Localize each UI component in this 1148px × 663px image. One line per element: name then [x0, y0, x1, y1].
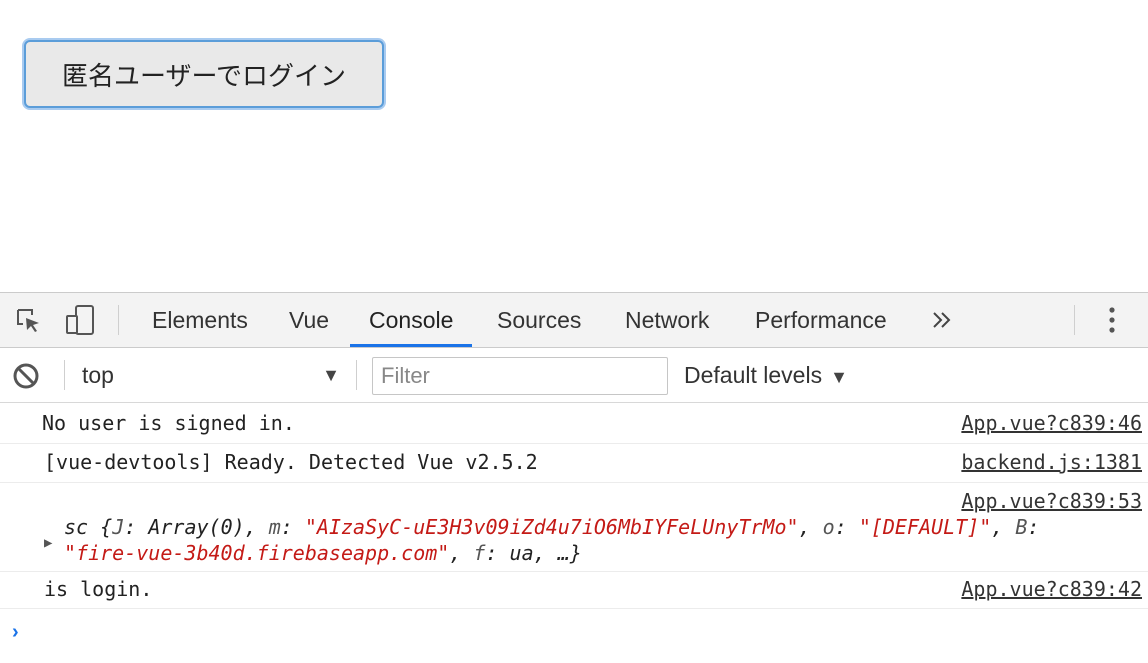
console-prompt-icon: › [12, 621, 19, 643]
toolbar-separator [64, 360, 65, 390]
tab-separator [118, 305, 119, 335]
console-toolbar: top ▼ Default levels ▼ [0, 348, 1148, 403]
devtools-panel: Elements Vue Console Sources Network Per… [0, 292, 1148, 663]
message-source-link[interactable]: App.vue?c839:53 [961, 489, 1142, 513]
toolbar-separator [356, 360, 357, 390]
tab-performance[interactable]: Performance [755, 293, 887, 347]
message-text: is login. [44, 577, 153, 601]
filter-input[interactable] [372, 357, 668, 395]
tab-elements[interactable]: Elements [152, 293, 248, 347]
object-preview-line-2[interactable]: "fire-vue-3b40d.firebaseapp.com", f: ua,… [64, 541, 582, 565]
message-source-link[interactable]: backend.js:1381 [961, 450, 1142, 474]
tab-separator [1074, 305, 1075, 335]
context-selector[interactable]: top ▼ [82, 360, 344, 390]
console-prompt-row[interactable]: › [0, 609, 1148, 649]
more-tabs-icon[interactable] [928, 293, 956, 347]
tab-console[interactable]: Console [350, 293, 473, 347]
tab-vue[interactable]: Vue [289, 293, 329, 347]
anonymous-login-button[interactable]: 匿名ユーザーでログイン [24, 40, 384, 108]
tab-network[interactable]: Network [625, 293, 709, 347]
console-message: No user is signed in. App.vue?c839:46 [0, 403, 1148, 444]
dropdown-arrow-icon: ▼ [830, 367, 848, 387]
console-message: [vue-devtools] Ready. Detected Vue v2.5.… [0, 444, 1148, 483]
more-options-icon[interactable] [1100, 293, 1124, 347]
console-message-object: App.vue?c839:53 ▶ sc {J: Array(0), m: "A… [0, 483, 1148, 572]
object-preview-line-1[interactable]: sc {J: Array(0), m: "AIzaSyC-uE3H3v09iZd… [64, 515, 1039, 539]
inspect-element-icon[interactable] [8, 293, 48, 347]
device-toolbar-icon[interactable] [60, 293, 100, 347]
console-message: is login. App.vue?c839:42 [0, 572, 1148, 609]
message-text: No user is signed in. [42, 411, 295, 435]
log-levels-label: Default levels [684, 362, 823, 388]
tab-sources[interactable]: Sources [497, 293, 581, 347]
dropdown-arrow-icon: ▼ [322, 365, 340, 385]
devtools-tab-bar: Elements Vue Console Sources Network Per… [0, 293, 1148, 348]
expand-triangle-icon[interactable]: ▶ [44, 535, 52, 551]
message-source-link[interactable]: App.vue?c839:42 [961, 577, 1142, 601]
message-text: [vue-devtools] Ready. Detected Vue v2.5.… [44, 450, 538, 474]
context-value: top [82, 362, 114, 388]
message-source-link[interactable]: App.vue?c839:46 [961, 411, 1142, 435]
clear-console-icon[interactable] [12, 362, 40, 390]
log-levels-dropdown[interactable]: Default levels ▼ [684, 360, 848, 390]
